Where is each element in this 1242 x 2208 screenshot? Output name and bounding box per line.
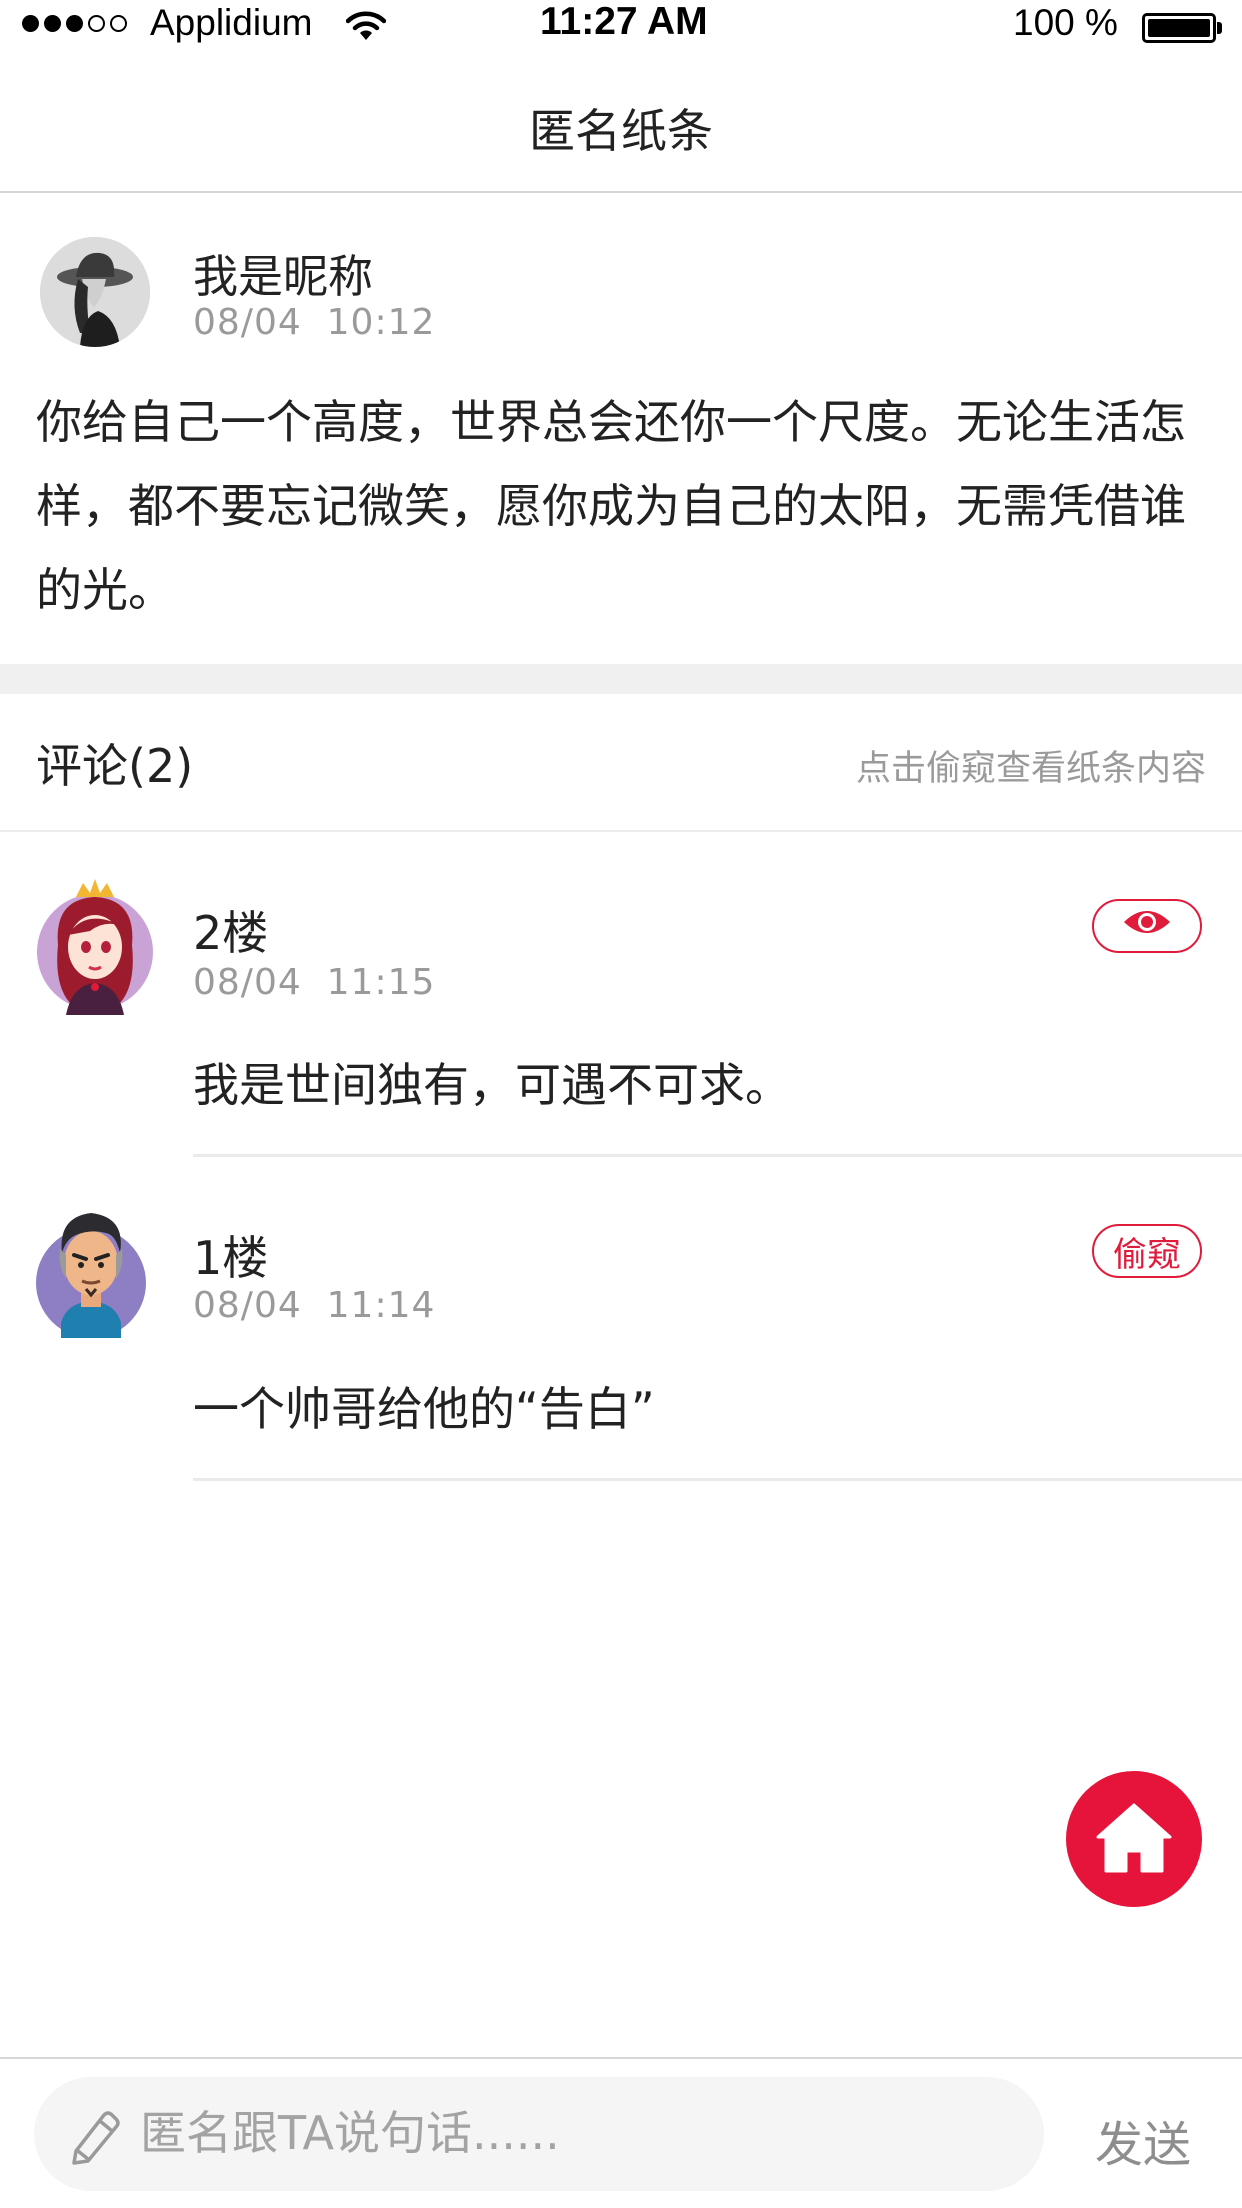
- comment-divider: [193, 1478, 1242, 1481]
- battery-icon: [1142, 13, 1216, 43]
- status-bar: Applidium 11:27 AM 100 %: [0, 0, 1242, 56]
- battery-percentage: 100 %: [1013, 2, 1118, 43]
- comment-content: 一个帅哥给他的“告白”: [193, 1382, 655, 1436]
- comment-time: 08/04 11:14: [193, 1285, 436, 1326]
- comment-content: 我是世间独有，可遇不可求。: [193, 1058, 791, 1112]
- post-time: 08/04 10:12: [193, 302, 436, 343]
- section-divider: [0, 664, 1242, 694]
- pencil-icon: [68, 2107, 122, 2169]
- wifi-icon: [345, 10, 387, 46]
- home-icon: [1094, 1801, 1174, 1877]
- page-title: 匿名纸条: [529, 104, 713, 158]
- peek-button[interactable]: 偷窥: [1092, 1224, 1202, 1278]
- comments-header-divider: [0, 830, 1242, 832]
- eye-icon: [1122, 906, 1172, 947]
- signal-strength-icon: [22, 15, 127, 32]
- carrier-name: Applidium: [150, 2, 313, 43]
- home-button[interactable]: [1066, 1771, 1202, 1907]
- commenter-avatar[interactable]: [36, 875, 154, 1015]
- comment-floor: 2楼: [193, 906, 269, 960]
- status-time: 11:27 AM: [540, 0, 708, 43]
- peek-button[interactable]: [1092, 899, 1202, 953]
- author-avatar[interactable]: [40, 237, 150, 347]
- author-nickname: 我是昵称: [193, 250, 374, 303]
- comments-title: 评论(2): [36, 739, 194, 793]
- comment-time: 08/04 11:15: [193, 962, 436, 1003]
- input-bar-divider: [0, 2057, 1242, 2059]
- commenter-avatar[interactable]: [36, 1193, 146, 1338]
- comment-floor: 1楼: [193, 1231, 269, 1285]
- comment-divider: [193, 1154, 1242, 1157]
- comments-hint: 点击偷窥查看纸条内容: [855, 749, 1206, 789]
- post-content: 你给自己一个高度，世界总会还你一个尺度。无论生活怎样，都不要忘记微笑，愿你成为自…: [36, 395, 1186, 617]
- nav-divider: [0, 191, 1242, 193]
- peek-button-label: 偷窥: [1113, 1234, 1181, 1275]
- comment-input[interactable]: [140, 2093, 1020, 2173]
- battery-nub: [1217, 22, 1222, 34]
- send-button[interactable]: 发送: [1095, 2105, 1191, 2175]
